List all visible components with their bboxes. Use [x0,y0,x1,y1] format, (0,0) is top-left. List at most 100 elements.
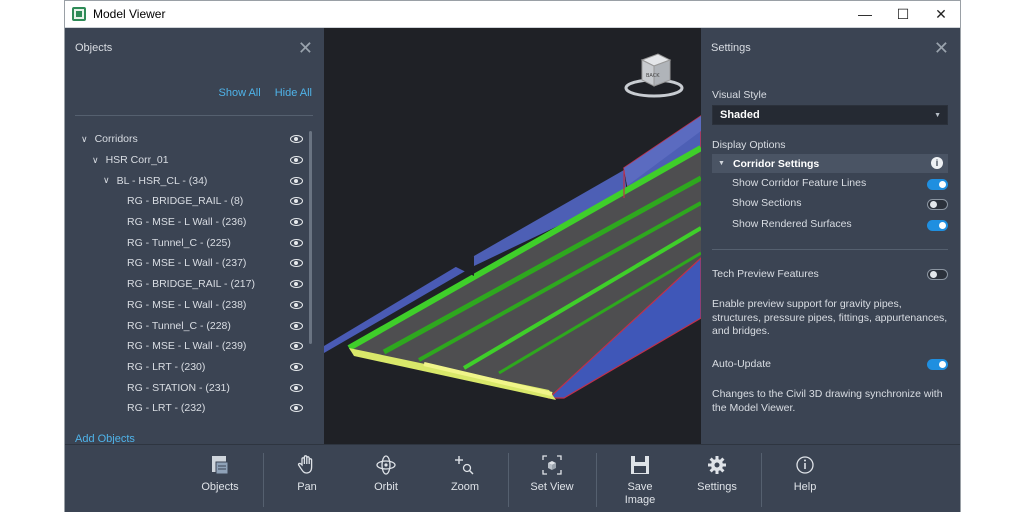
auto-update-toggle[interactable] [927,359,948,370]
gear-icon [692,453,742,477]
eye-icon[interactable] [290,300,303,309]
toolbar-separator [596,453,597,507]
display-options-label: Display Options [712,139,786,151]
chevron-down-icon[interactable]: ∨ [103,175,110,186]
corridor-settings-header[interactable]: ▼ Corridor Settings i [712,154,948,173]
tree-item-label: RG - MSE - L Wall - (239) [127,340,247,353]
tree-item-label: BL - HSR_CL - (34) [116,174,208,187]
objects-scrollbar[interactable] [309,131,312,344]
tech-preview-description: Enable preview support for gravity pipes… [712,298,948,337]
toggle-label-rendered-surfaces: Show Rendered Surfaces [732,218,852,230]
chevron-down-icon[interactable]: ∨ [81,134,88,145]
zoom-button[interactable]: Zoom [445,453,485,493]
tech-preview-label: Tech Preview Features [712,268,819,280]
tree-item[interactable]: ∨ Corridors [65,129,313,150]
eye-icon[interactable] [290,280,303,289]
viewcube-face-label: BACK [646,73,660,79]
orbit-icon [365,453,407,477]
tree-item[interactable]: RG - Tunnel_C - (228) [65,315,313,336]
objects-button-label: Objects [201,481,239,493]
eye-icon[interactable] [290,218,303,227]
eye-icon[interactable] [290,342,303,351]
pan-button[interactable]: Pan [287,453,327,493]
toolbar-separator [263,453,264,507]
save-icon [615,453,665,477]
eye-icon[interactable] [290,197,303,206]
maximize-icon[interactable]: ☐ [884,1,922,27]
tree-item[interactable]: RG - MSE - L Wall - (236) [65,212,313,233]
chevron-down-icon[interactable]: ∨ [92,155,99,166]
app-icon [72,7,86,21]
minimize-icon[interactable]: — [846,1,884,27]
visual-style-value: Shaded [720,109,760,121]
objects-icon [195,453,245,477]
eye-icon[interactable] [290,259,303,268]
tree-item[interactable]: ∨ HSR Corr_01 [65,150,313,171]
toolbar-separator [508,453,509,507]
pan-button-label: Pan [297,481,317,493]
eye-icon[interactable] [290,176,303,185]
feature-lines-toggle[interactable] [927,179,948,190]
eye-icon[interactable] [290,383,303,392]
tree-item-label: RG - LRT - (230) [127,360,206,373]
save-image-button-label: Save Image [624,481,656,506]
corridor-settings-label: Corridor Settings [732,157,820,170]
settings-panel: Settings ✕ Visual Style Shaded ▼ Display… [701,28,960,444]
collapse-triangle-icon: ▼ [718,160,725,167]
objects-panel: Objects ✕ Show All Hide All ∨ Corridors ∨ H… [65,28,324,445]
tree-item[interactable]: RG - BRIDGE_RAIL - (8) [65,191,313,212]
info-icon[interactable]: i [931,157,943,169]
tree-item[interactable]: RG - Tunnel_C - (225) [65,232,313,253]
set-view-icon [527,453,577,477]
orbit-button[interactable]: Orbit [365,453,407,493]
sections-toggle[interactable] [927,199,948,210]
tree-item[interactable]: RG - LRT - (232) [65,398,313,419]
toggle-label-sections: Show Sections [732,197,802,209]
eye-icon[interactable] [290,156,303,165]
settings-button-label: Settings [697,481,737,493]
settings-button[interactable]: Settings [692,453,742,493]
rendered-surfaces-toggle[interactable] [927,220,948,231]
visual-style-label: Visual Style [712,89,767,101]
bottom-toolbar: Objects Pan Orbit Zoom Set View Save Ima… [65,444,960,512]
hide-all-link[interactable]: Hide All [275,87,312,99]
tree-item[interactable]: ∨ BL - HSR_CL - (34) [65,170,313,191]
eye-icon[interactable] [290,404,303,413]
settings-panel-header: Settings ✕ [701,28,960,68]
tree-item[interactable]: RG - BRIDGE_RAIL - (217) [65,274,313,295]
save-image-button[interactable]: Save Image [615,453,665,507]
set-view-button[interactable]: Set View [527,453,577,493]
visual-style-select[interactable]: Shaded ▼ [712,105,948,125]
objects-button[interactable]: Objects [195,453,245,493]
close-objects-panel-icon[interactable]: ✕ [298,38,313,59]
eye-icon[interactable] [290,135,303,144]
tree-item[interactable]: RG - LRT - (230) [65,357,313,378]
objects-tree: ∨ Corridors ∨ HSR Corr_01 ∨ BL - HSR_CL - (34… [65,129,313,419]
eye-icon[interactable] [290,238,303,247]
visibility-links: Show All Hide All [219,87,313,99]
zoom-button-label: Zoom [450,481,480,493]
tech-preview-toggle[interactable] [927,269,948,280]
toggle-label-feature-lines: Show Corridor Feature Lines [732,177,867,189]
tree-item[interactable]: RG - MSE - L Wall - (239) [65,336,313,357]
settings-panel-title: Settings [711,42,751,54]
help-button[interactable]: Help [785,453,825,493]
auto-update-description: Changes to the Civil 3D drawing synchron… [712,388,943,414]
tree-item-label: RG - MSE - L Wall - (236) [127,216,247,229]
close-settings-panel-icon[interactable]: ✕ [934,38,949,59]
viewcube[interactable]: BACK [624,50,684,103]
eye-icon[interactable] [290,362,303,371]
objects-divider [75,115,313,116]
3d-viewport[interactable]: BACK [324,28,701,444]
eye-icon[interactable] [290,321,303,330]
auto-update-label: Auto-Update [712,358,771,370]
orbit-button-label: Orbit [374,481,398,493]
tree-item-label: RG - MSE - L Wall - (237) [127,257,247,270]
hand-icon [287,453,327,477]
toolbar-separator [761,453,762,507]
tree-item[interactable]: RG - MSE - L Wall - (238) [65,295,313,316]
tree-item[interactable]: RG - MSE - L Wall - (237) [65,253,313,274]
close-window-icon[interactable]: ✕ [922,1,960,27]
tree-item[interactable]: RG - STATION - (231) [65,377,313,398]
show-all-link[interactable]: Show All [219,87,261,99]
